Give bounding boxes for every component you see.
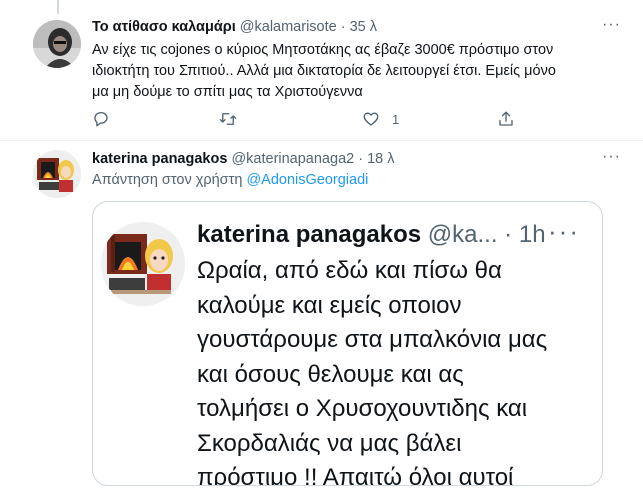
handle[interactable]: @katerinapanaga2: [231, 151, 354, 167]
avatar-image: [33, 20, 81, 68]
retweet-button[interactable]: [219, 108, 237, 130]
like-button[interactable]: 1: [362, 108, 399, 130]
reply-context: Απάντηση στον χρήστη @AdonisGeorgiadi: [92, 172, 368, 188]
separator: ·: [358, 151, 364, 167]
avatar-image: [33, 150, 81, 198]
heart-icon: [363, 112, 379, 126]
display-name[interactable]: katerina panagakos: [92, 151, 227, 167]
tweet-actions: 1: [92, 108, 522, 130]
tweet-header: katerina panagakos @katerinapanaga2 · 18…: [92, 150, 395, 169]
embedded-text-line: γουστάρουμε στα μπαλκόνια μας: [197, 326, 548, 353]
embedded-text-line: και όσους θελουμε και ας: [197, 360, 464, 388]
timestamp[interactable]: 35 λ: [350, 19, 377, 35]
reply-button[interactable]: [92, 108, 110, 130]
embedded-avatar: [101, 222, 185, 306]
embedded-tweet-image[interactable]: katerina panagakos @ka... · 1h ··· Ωραία…: [92, 201, 603, 486]
timestamp[interactable]: 18 λ: [367, 151, 394, 167]
thread-line: [57, 0, 59, 14]
retweet-icon: [219, 113, 237, 125]
embedded-display-name: katerina panagakos: [197, 221, 422, 248]
embedded-more-icon: ···: [548, 216, 580, 246]
tweet-text-line: μα μη δούμε το σπίτι μας τα Χριστούγεννα: [92, 84, 363, 100]
reply-prefix: Απάντηση στον χρήστη: [92, 172, 243, 188]
embedded-text-line: Ωραία, από εδώ και πίσω θα: [197, 257, 502, 284]
tweet-text-line: Αν είχε τις cojones ο κύριος Μητσοτάκης …: [92, 42, 554, 58]
reply-icon: [94, 111, 108, 127]
tweet[interactable]: Το ατίθασο καλαμάρι @kalamarisote · 35 λ…: [0, 0, 643, 141]
embedded-text-line: καλούμε και εμείς οποιον: [197, 291, 462, 319]
embedded-separator: ·: [504, 221, 513, 248]
handle[interactable]: @kalamarisote: [240, 19, 337, 35]
tweet-text-line: ιδιοκτήτη του Σπιτιού.. Αλλά μια δικτατο…: [92, 63, 556, 79]
display-name[interactable]: Το ατίθασο καλαμάρι: [92, 19, 236, 35]
embedded-handle: @ka...: [427, 221, 498, 248]
avatar[interactable]: [33, 20, 81, 68]
share-button[interactable]: [497, 108, 515, 130]
embedded-text-line: Σκορδαλιάς να μας βάλει: [197, 429, 462, 457]
embedded-text-line: πρόστιμο !! Απαιτώ όλοι αυτοί: [197, 464, 514, 486]
separator: ·: [340, 19, 346, 35]
more-options-icon[interactable]: ···: [602, 16, 621, 34]
avatar[interactable]: [33, 150, 81, 198]
like-count: 1: [392, 111, 400, 127]
embedded-avatar-image: [101, 222, 185, 306]
tweet-header: Το ατίθασο καλαμάρι @kalamarisote · 35 λ: [92, 18, 377, 37]
share-icon: [499, 111, 513, 126]
embedded-header: katerina panagakos @ka... · 1h: [197, 220, 546, 250]
more-options-icon[interactable]: ···: [602, 148, 621, 166]
embedded-timestamp: 1h: [518, 221, 546, 248]
embedded-text-line: τολμήσει ο Χρυσοχουντιδης και: [197, 395, 528, 422]
embedded-text: Ωραία, από εδώ και πίσω θα καλούμε και ε…: [197, 254, 597, 486]
tweet-text: Αν είχε τις cojones ο κύριος Μητσοτάκης …: [92, 40, 622, 103]
mention-link[interactable]: @AdonisGeorgiadi: [246, 172, 368, 188]
